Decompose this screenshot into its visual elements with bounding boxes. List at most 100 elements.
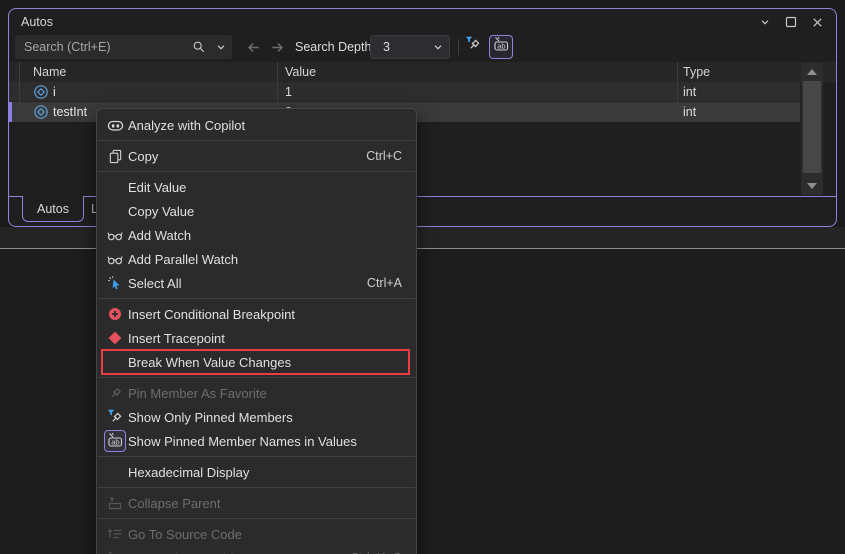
titlebar: Autos bbox=[9, 9, 836, 35]
menu-item-label: Select All bbox=[128, 276, 367, 291]
selection-bar bbox=[9, 102, 12, 122]
glasses-icon bbox=[104, 251, 126, 267]
menu-item-label: Go To Source Code bbox=[128, 527, 416, 542]
menu-item-analyze-with-copilot[interactable]: Analyze with Copilot bbox=[97, 113, 416, 137]
menu-item-insert-conditional-breakpoint[interactable]: Insert Conditional Breakpoint bbox=[97, 302, 416, 326]
menu-item-label: Copy bbox=[128, 149, 366, 164]
goto-source-icon bbox=[104, 526, 126, 542]
menu-item-insert-tracepoint[interactable]: Insert Tracepoint bbox=[97, 326, 416, 350]
cell-name[interactable]: i bbox=[53, 85, 56, 99]
menu-item-edit-value[interactable]: Edit Value bbox=[97, 175, 416, 199]
menu-separator bbox=[98, 171, 415, 172]
menu-item-label: Analyze with Copilot bbox=[128, 118, 416, 133]
copy-icon bbox=[104, 149, 126, 164]
grid-header-row: Name Value Type bbox=[9, 62, 836, 82]
menu-item-go-to-source-code: Go To Source Code bbox=[97, 522, 416, 546]
pin-icon bbox=[104, 386, 126, 401]
back-arrow-icon[interactable] bbox=[241, 35, 265, 59]
close-button[interactable] bbox=[804, 12, 830, 32]
collapse-parent-icon bbox=[104, 495, 126, 511]
menu-item-collapse-parent: Collapse Parent bbox=[97, 491, 416, 515]
menu-item-shortcut: Ctrl+A bbox=[367, 276, 416, 290]
menu-item-shortcut: Ctrl+C bbox=[366, 149, 416, 163]
pin-filter-icon bbox=[104, 409, 126, 426]
select-cursor-icon bbox=[104, 275, 126, 291]
search-depth-dropdown[interactable]: 3 bbox=[370, 35, 450, 59]
ab-pin-icon: ab bbox=[492, 36, 510, 59]
table-row[interactable]: i 1 int bbox=[9, 82, 800, 102]
show-pinned-names-toggle-button[interactable]: ab bbox=[489, 35, 513, 59]
vertical-scrollbar[interactable] bbox=[801, 63, 823, 195]
scroll-up-arrow-icon[interactable] bbox=[801, 65, 823, 79]
window-position-button[interactable] bbox=[752, 12, 778, 32]
menu-separator bbox=[98, 377, 415, 378]
search-options-chevron-icon[interactable] bbox=[210, 35, 232, 59]
menu-item-label: Pin Member As Favorite bbox=[128, 386, 416, 401]
search-depth-label: Search Depth: bbox=[295, 40, 375, 54]
menu-item-label: Add Watch bbox=[128, 228, 416, 243]
tracepoint-icon bbox=[104, 330, 126, 346]
toolbar: Search (Ctrl+E) Search Depth: 3 ab bbox=[9, 34, 836, 61]
column-divider[interactable] bbox=[19, 62, 20, 122]
svg-text:ab: ab bbox=[111, 437, 119, 446]
glasses-icon bbox=[104, 227, 126, 243]
menu-item-show-pinned-member-names-in-values[interactable]: ab Show Pinned Member Names in Values bbox=[97, 429, 416, 453]
column-header-value[interactable]: Value bbox=[285, 65, 316, 79]
menu-item-show-only-pinned-members[interactable]: Show Only Pinned Members bbox=[97, 405, 416, 429]
menu-item-hexadecimal-display[interactable]: Hexadecimal Display bbox=[97, 460, 416, 484]
cell-name[interactable]: testInt bbox=[53, 105, 87, 119]
cell-type: int bbox=[683, 105, 696, 119]
menu-item-label: Insert Tracepoint bbox=[128, 331, 416, 346]
menu-item-go-to-disassembly: Go To DisassemblyCtrl+K, G bbox=[97, 546, 416, 554]
menu-item-label: Hexadecimal Display bbox=[128, 465, 416, 480]
menu-item-select-all[interactable]: Select AllCtrl+A bbox=[97, 271, 416, 295]
menu-item-label: Show Pinned Member Names in Values bbox=[128, 434, 416, 449]
menu-item-pin-member-as-favorite: Pin Member As Favorite bbox=[97, 381, 416, 405]
cell-value[interactable]: 1 bbox=[285, 85, 292, 99]
search-depth-value: 3 bbox=[371, 40, 427, 54]
variable-icon bbox=[33, 104, 49, 120]
menu-item-label: Break When Value Changes bbox=[128, 355, 416, 370]
menu-item-label: Copy Value bbox=[128, 204, 416, 219]
menu-item-add-watch[interactable]: Add Watch bbox=[97, 223, 416, 247]
cell-type: int bbox=[683, 85, 696, 99]
menu-separator bbox=[98, 140, 415, 141]
menu-item-label: Collapse Parent bbox=[128, 496, 416, 511]
dropdown-chevron-icon bbox=[427, 35, 449, 59]
scroll-down-arrow-icon[interactable] bbox=[801, 179, 823, 193]
scrollbar-thumb[interactable] bbox=[803, 81, 821, 173]
menu-separator bbox=[98, 456, 415, 457]
toolbar-separator bbox=[458, 39, 459, 55]
ab-pin-icon: ab bbox=[104, 430, 126, 452]
menu-separator bbox=[98, 518, 415, 519]
conditional-breakpoint-icon bbox=[104, 306, 126, 322]
column-header-type[interactable]: Type bbox=[683, 65, 710, 79]
copilot-icon bbox=[104, 117, 126, 134]
forward-arrow-icon[interactable] bbox=[265, 35, 289, 59]
variable-icon bbox=[33, 84, 49, 100]
menu-item-label: Show Only Pinned Members bbox=[128, 410, 416, 425]
menu-item-copy[interactable]: CopyCtrl+C bbox=[97, 144, 416, 168]
menu-item-label: Add Parallel Watch bbox=[128, 252, 416, 267]
column-header-name[interactable]: Name bbox=[33, 65, 66, 79]
window-controls bbox=[752, 12, 830, 32]
tab-autos[interactable]: Autos bbox=[22, 196, 84, 222]
search-input[interactable]: Search (Ctrl+E) bbox=[15, 35, 232, 59]
search-placeholder: Search (Ctrl+E) bbox=[15, 40, 188, 54]
search-icon[interactable] bbox=[188, 35, 210, 59]
show-only-pinned-button[interactable] bbox=[461, 35, 485, 59]
maximize-button[interactable] bbox=[778, 12, 804, 32]
menu-item-break-when-value-changes[interactable]: Break When Value Changes bbox=[97, 350, 416, 374]
menu-item-copy-value[interactable]: Copy Value bbox=[97, 199, 416, 223]
column-divider[interactable] bbox=[677, 62, 678, 122]
menu-item-label: Go To Disassembly bbox=[128, 551, 350, 554]
pin-filter-icon bbox=[465, 36, 482, 58]
goto-disassembly-icon bbox=[104, 550, 126, 554]
menu-item-label: Insert Conditional Breakpoint bbox=[128, 307, 416, 322]
menu-separator bbox=[98, 487, 415, 488]
menu-separator bbox=[98, 298, 415, 299]
svg-text:ab: ab bbox=[497, 41, 505, 50]
window-title: Autos bbox=[21, 15, 53, 29]
context-menu: Analyze with Copilot CopyCtrl+C Edit Value… bbox=[96, 108, 417, 554]
menu-item-add-parallel-watch[interactable]: Add Parallel Watch bbox=[97, 247, 416, 271]
